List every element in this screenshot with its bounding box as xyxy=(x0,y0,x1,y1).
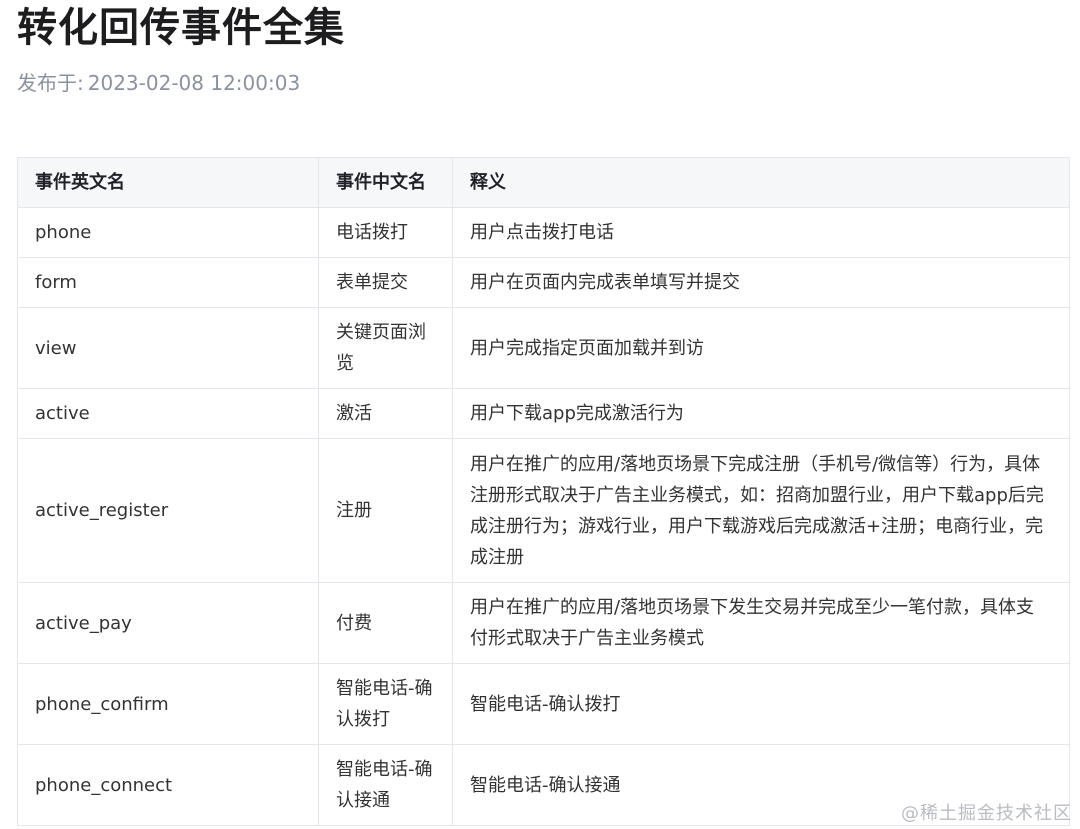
event-english-name: phone_confirm xyxy=(17,663,319,745)
event-description: 用户点击拨打电话 xyxy=(452,207,1070,258)
watermark: @稀土掘金技术社区 xyxy=(901,803,1072,824)
header-description: 释义 xyxy=(452,157,1070,208)
event-description: 智能电话-确认拨打 xyxy=(452,663,1070,745)
event-description: 用户在页面内完成表单填写并提交 xyxy=(452,257,1070,308)
event-description: 用户下载app完成激活行为 xyxy=(452,388,1070,439)
table-row: active_pay 付费 用户在推广的应用/落地页场景下发生交易并完成至少一笔… xyxy=(17,582,1070,664)
table-row: active 激活 用户下载app完成激活行为 xyxy=(17,388,1070,439)
event-chinese-name: 付费 xyxy=(318,582,453,664)
event-english-name: phone_connect xyxy=(17,744,319,826)
event-english-name: active_register xyxy=(17,438,319,583)
publish-label: 发布于: xyxy=(17,71,84,95)
event-english-name: view xyxy=(17,307,319,389)
event-english-name: active_pay xyxy=(17,582,319,664)
table-row: active_register 注册 用户在推广的应用/落地页场景下完成注册（手… xyxy=(17,438,1070,583)
table-header: 事件英文名 事件中文名 释义 xyxy=(17,157,1070,208)
header-chinese-name: 事件中文名 xyxy=(318,157,453,208)
table-body: phone 电话拨打 用户点击拨打电话 form 表单提交 用户在页面内完成表单… xyxy=(17,207,1070,826)
table-row: view 关键页面浏览 用户完成指定页面加载并到访 xyxy=(17,307,1070,389)
publish-meta: 发布于: 2023-02-08 12:00:03 xyxy=(17,69,1069,97)
event-chinese-name: 注册 xyxy=(318,438,453,583)
article: 转化回传事件全集 发布于: 2023-02-08 12:00:03 事件英文名 事… xyxy=(17,0,1070,826)
event-description: 用户在推广的应用/落地页场景下发生交易并完成至少一笔付款，具体支付形式取决于广告… xyxy=(452,582,1070,664)
header-row: 事件英文名 事件中文名 释义 xyxy=(17,157,1070,208)
table-row: form 表单提交 用户在页面内完成表单填写并提交 xyxy=(17,257,1070,308)
event-chinese-name: 智能电话-确认接通 xyxy=(318,744,453,826)
event-chinese-name: 关键页面浏览 xyxy=(318,307,453,389)
event-description: 用户在推广的应用/落地页场景下完成注册（手机号/微信等）行为，具体注册形式取决于… xyxy=(452,438,1070,583)
header-english-name: 事件英文名 xyxy=(17,157,319,208)
table-row: phone_confirm 智能电话-确认拨打 智能电话-确认拨打 xyxy=(17,663,1070,745)
events-table: 事件英文名 事件中文名 释义 phone 电话拨打 用户点击拨打电话 form … xyxy=(17,157,1070,826)
page-title: 转化回传事件全集 xyxy=(17,5,345,51)
table-row: phone 电话拨打 用户点击拨打电话 xyxy=(17,207,1070,258)
event-chinese-name: 智能电话-确认拨打 xyxy=(318,663,453,745)
event-english-name: active xyxy=(17,388,319,439)
event-chinese-name: 表单提交 xyxy=(318,257,453,308)
event-english-name: form xyxy=(17,257,319,308)
event-english-name: phone xyxy=(17,207,319,258)
event-chinese-name: 激活 xyxy=(318,388,453,439)
event-description: 用户完成指定页面加载并到访 xyxy=(452,307,1070,389)
publish-timestamp: 2023-02-08 12:00:03 xyxy=(87,71,301,95)
event-chinese-name: 电话拨打 xyxy=(318,207,453,258)
